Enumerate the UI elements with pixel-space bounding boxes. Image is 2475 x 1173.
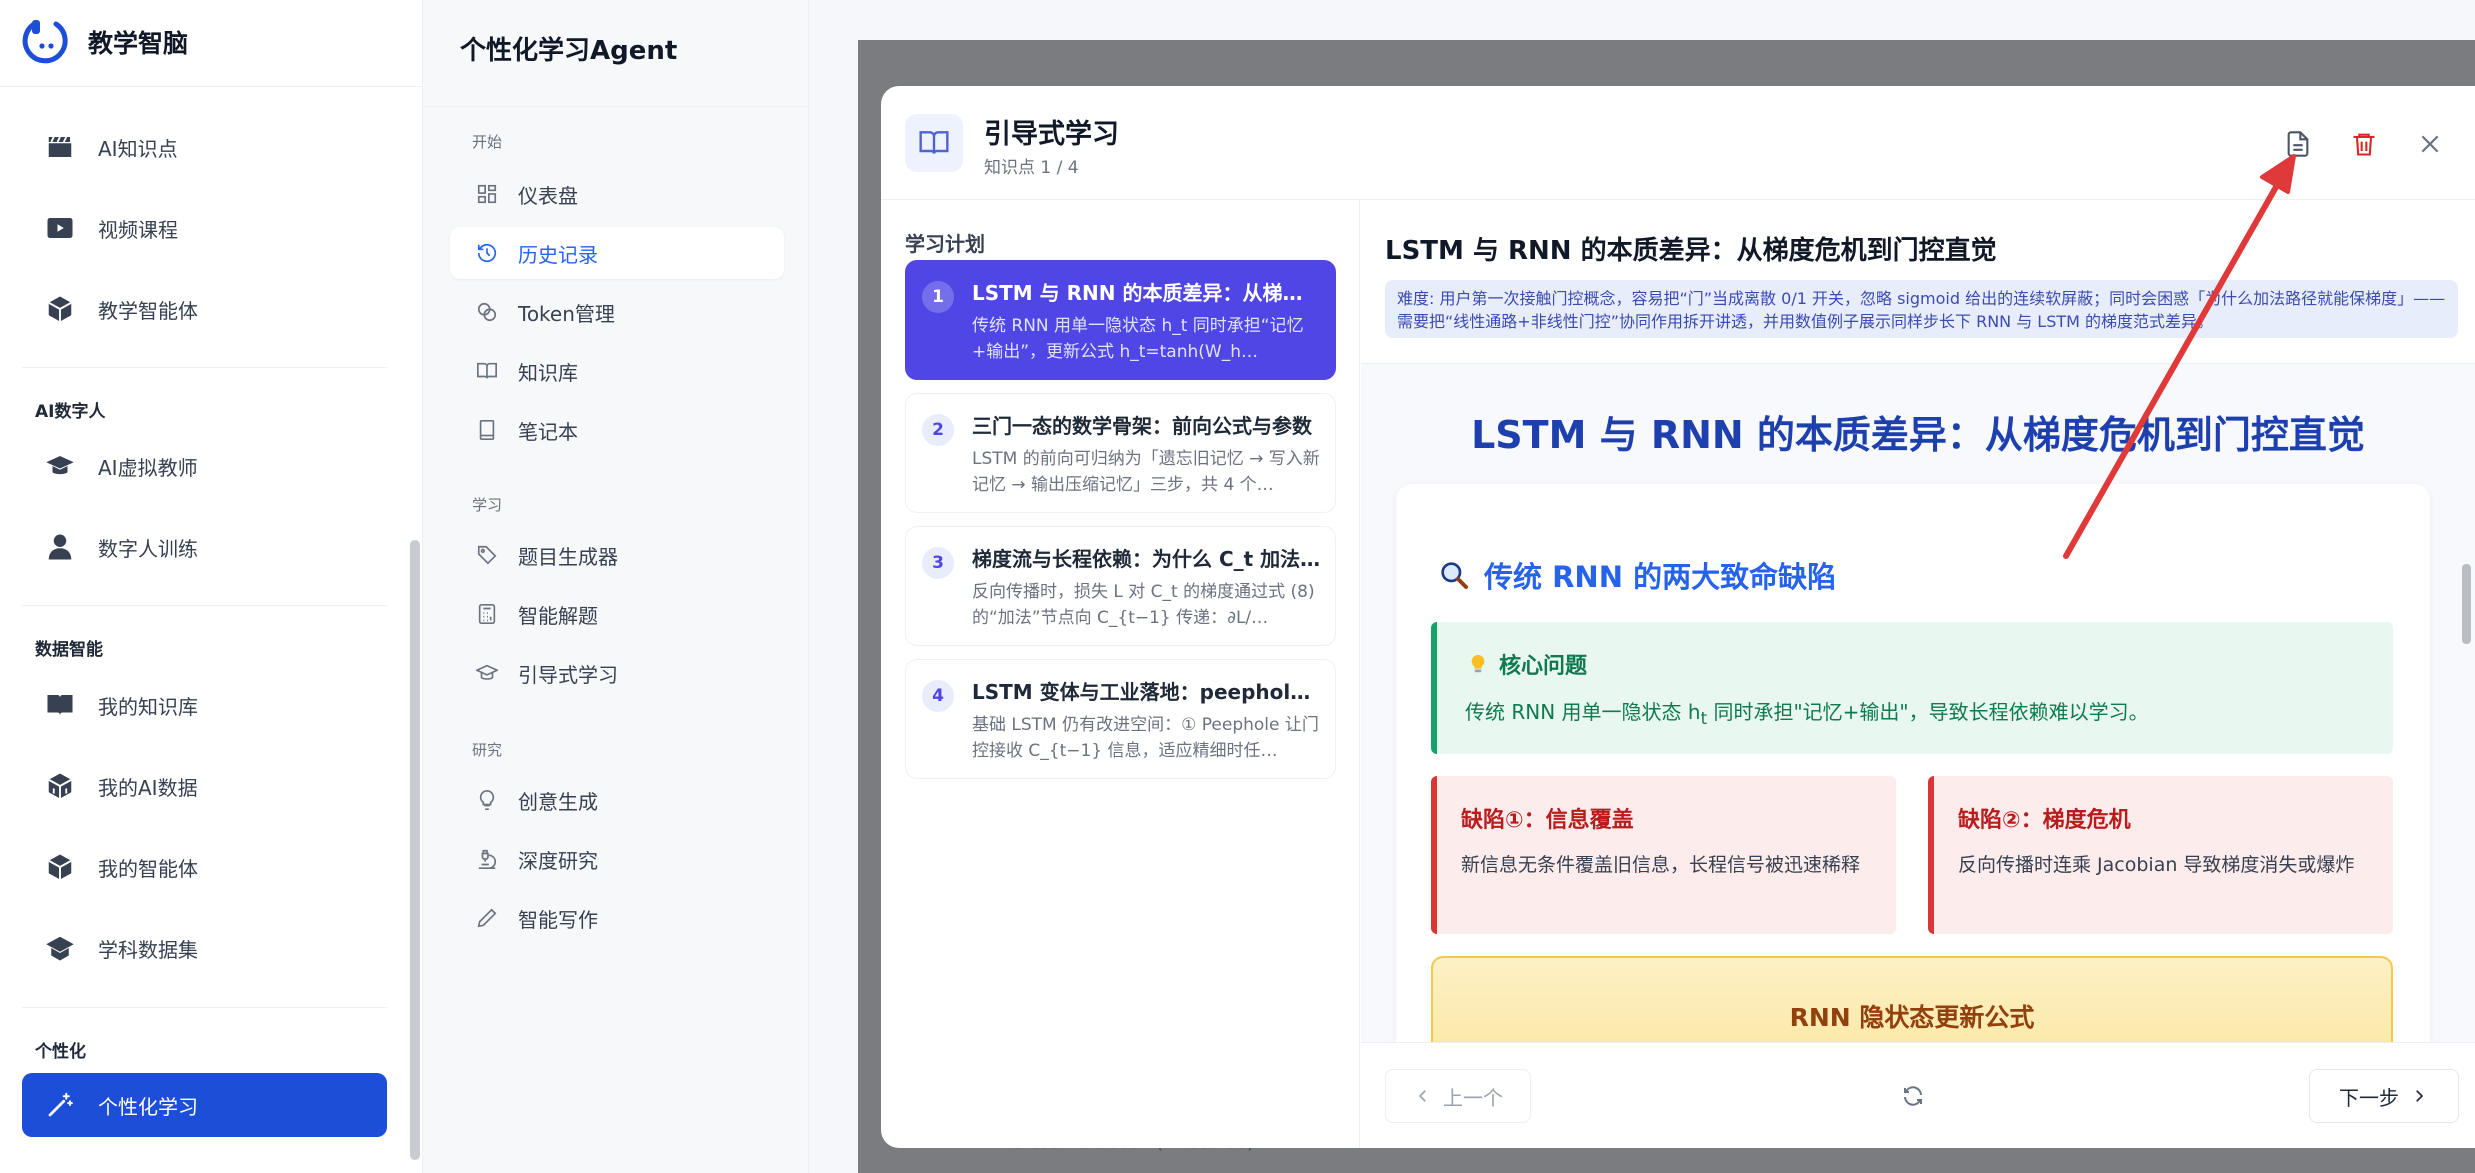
annotation-arrow xyxy=(2063,154,2296,559)
